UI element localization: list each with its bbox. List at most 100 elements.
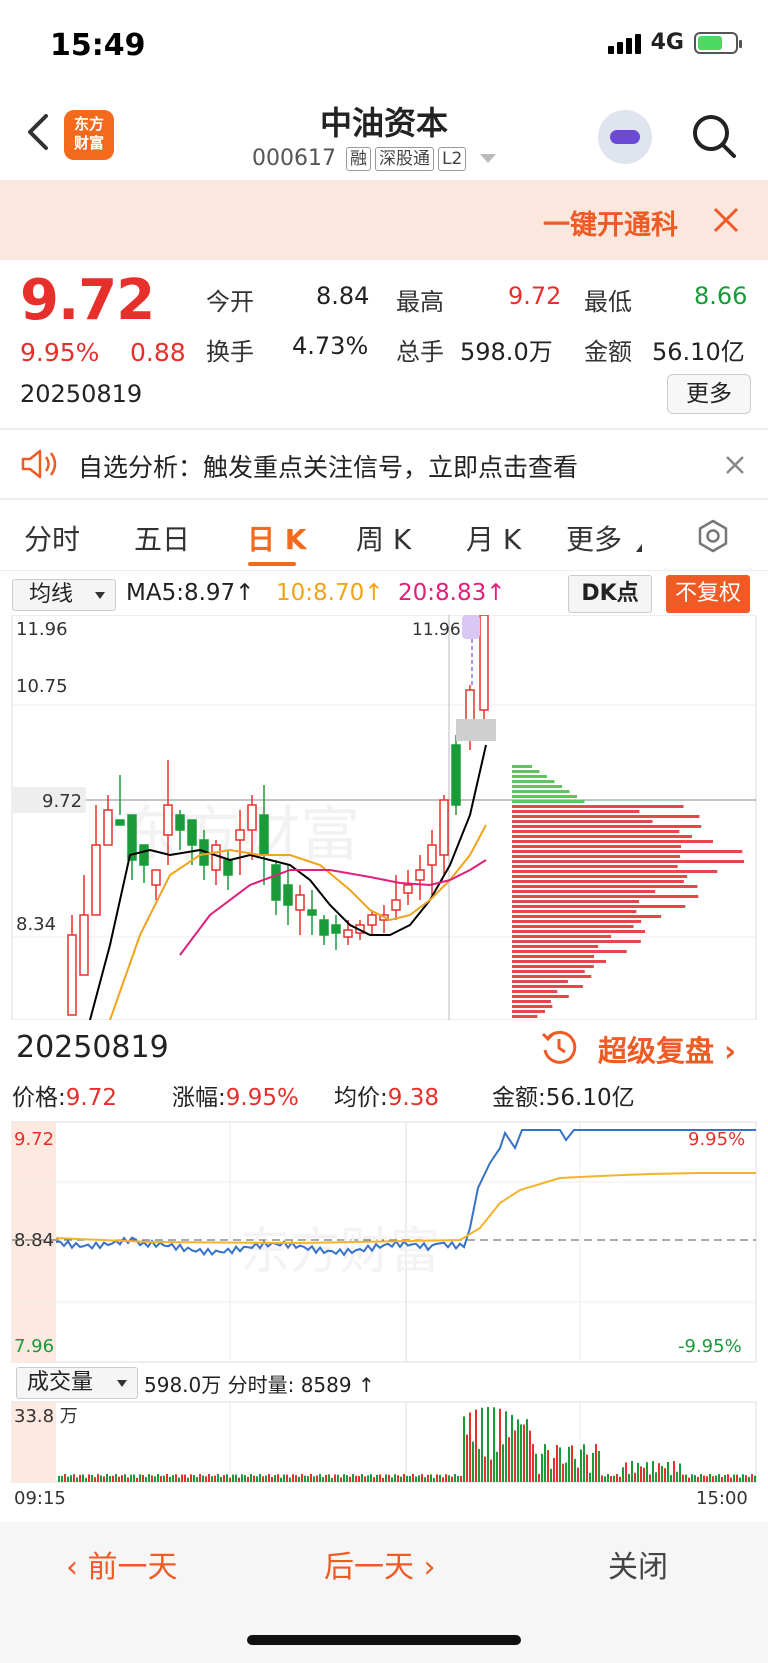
volume-bar <box>649 1474 651 1482</box>
intraday-chart[interactable]: 东方财富 9.72 8.84 7.96 9.95% -9.95% <box>0 1118 768 1366</box>
volume-bar <box>334 1474 336 1482</box>
volume-bar <box>538 1473 540 1482</box>
volume-bar <box>586 1454 588 1482</box>
candle-body <box>479 615 489 711</box>
volume-bar <box>529 1430 531 1482</box>
tab-daily-k[interactable]: 日 K <box>247 518 306 558</box>
volume-bar <box>439 1474 441 1482</box>
prev-day-label: 前一天 <box>87 1550 178 1585</box>
volume-bar <box>64 1474 66 1482</box>
volume-bar <box>412 1474 414 1482</box>
volume-bar <box>391 1477 393 1482</box>
volume-bar <box>613 1475 615 1482</box>
volume-bar <box>388 1474 390 1482</box>
profile-bar <box>512 825 702 828</box>
stat-pct-label: 涨幅: <box>172 1085 226 1111</box>
volume-bar <box>481 1407 483 1482</box>
super-replay-link[interactable]: 超级复盘 › <box>598 1028 736 1070</box>
volume-bar <box>172 1475 174 1482</box>
volume-bar <box>187 1477 189 1482</box>
volume-bar <box>235 1474 237 1482</box>
history-icon[interactable] <box>540 1028 578 1066</box>
volume-bar <box>292 1474 294 1482</box>
close-icon[interactable] <box>712 206 740 234</box>
volume-bar <box>280 1477 282 1482</box>
tab-monthly-k[interactable]: 月 K <box>466 518 521 558</box>
assistant-avatar[interactable] <box>598 110 652 164</box>
high-value: 9.72 <box>508 282 562 310</box>
stock-code-line[interactable]: 000617 融 深股通 L2 <box>252 146 497 171</box>
ma-select[interactable]: 均线 <box>12 579 116 611</box>
volume-bar <box>340 1477 342 1482</box>
next-day-button[interactable]: 后一天 › <box>324 1542 436 1586</box>
volume-bar <box>358 1476 360 1482</box>
candle-body <box>223 859 233 876</box>
dk-point-button[interactable]: DK点 <box>568 575 652 613</box>
volume-bar <box>178 1477 180 1482</box>
volume-bar <box>298 1476 300 1482</box>
close-icon[interactable] <box>724 454 746 476</box>
volume-bar <box>661 1465 663 1482</box>
volume-bar <box>502 1444 504 1482</box>
profile-bar <box>512 925 634 928</box>
volume-select[interactable]: 成交量 <box>16 1367 138 1399</box>
volume-bar <box>709 1474 711 1482</box>
tab-intraday[interactable]: 分时 <box>24 518 80 558</box>
gear-icon[interactable] <box>695 518 731 554</box>
y-label-top: 9.72 <box>14 1129 54 1150</box>
volume-bar <box>568 1446 570 1482</box>
amount-value: 56.10亿 <box>652 338 745 366</box>
candle-body <box>319 919 329 936</box>
kline-chart[interactable]: 东方财富 11.96 10.75 9.72 8.34 11.96 <box>0 615 768 1020</box>
volume-bar <box>283 1474 285 1482</box>
volume-chart[interactable]: 33.8 万 09:15 15:00 <box>0 1400 768 1512</box>
more-button[interactable]: 更多 <box>667 374 751 414</box>
profile-bar <box>512 865 678 868</box>
profile-bar <box>512 1010 545 1013</box>
volume-bar <box>595 1444 597 1482</box>
volume-bar <box>484 1456 486 1482</box>
limit-band <box>456 719 496 741</box>
chevron-down-icon[interactable] <box>480 154 497 163</box>
volume-bar <box>238 1477 240 1482</box>
volume-bar <box>583 1444 585 1482</box>
prev-day-button[interactable]: ‹ 前一天 <box>66 1542 178 1586</box>
volume-bar <box>448 1475 450 1482</box>
candle-body <box>331 924 341 934</box>
volume-label: 总手 <box>396 338 444 366</box>
profile-bar <box>512 895 699 898</box>
volume-bar <box>475 1409 477 1482</box>
profile-bar <box>512 880 684 883</box>
promo-text[interactable]: 一键开通科 <box>543 203 678 242</box>
volume-bar <box>352 1474 354 1482</box>
divider <box>0 498 768 500</box>
volume-bar <box>199 1474 201 1482</box>
tab-more[interactable]: 更多 <box>566 518 622 558</box>
volume-bar <box>577 1467 579 1482</box>
volume-info: 598.0万 分时量: 8589 ↑ <box>144 1373 375 1397</box>
search-icon[interactable] <box>690 112 738 160</box>
tab-weekly-k[interactable]: 周 K <box>356 518 411 558</box>
stat-pct-value: 9.95% <box>225 1085 299 1111</box>
volume-bar <box>361 1474 363 1482</box>
volume-bar <box>646 1462 648 1482</box>
volume-bar <box>259 1474 261 1482</box>
turnover-value: 4.73% <box>292 332 369 360</box>
time-start: 09:15 <box>14 1488 66 1509</box>
no-adjust-button[interactable]: 不复权 <box>666 575 750 613</box>
stat-pct: 涨幅:9.95% <box>172 1078 299 1112</box>
close-button[interactable]: 关闭 <box>608 1542 668 1586</box>
volume-bar <box>457 1475 459 1482</box>
notice-text[interactable]: 自选分析：触发重点关注信号，立即点击查看 <box>78 448 578 484</box>
super-replay-label: 超级复盘 <box>598 1034 715 1068</box>
volume-bar <box>703 1475 705 1482</box>
volume-bar <box>247 1476 249 1482</box>
volume-bar <box>469 1412 471 1482</box>
profile-bar <box>512 980 568 983</box>
volume-bar <box>628 1473 630 1482</box>
volume-bar <box>694 1475 696 1482</box>
volume-bar <box>724 1475 726 1482</box>
volume-bar <box>607 1474 609 1482</box>
profile-bar <box>512 935 612 938</box>
tab-five-day[interactable]: 五日 <box>134 518 190 558</box>
